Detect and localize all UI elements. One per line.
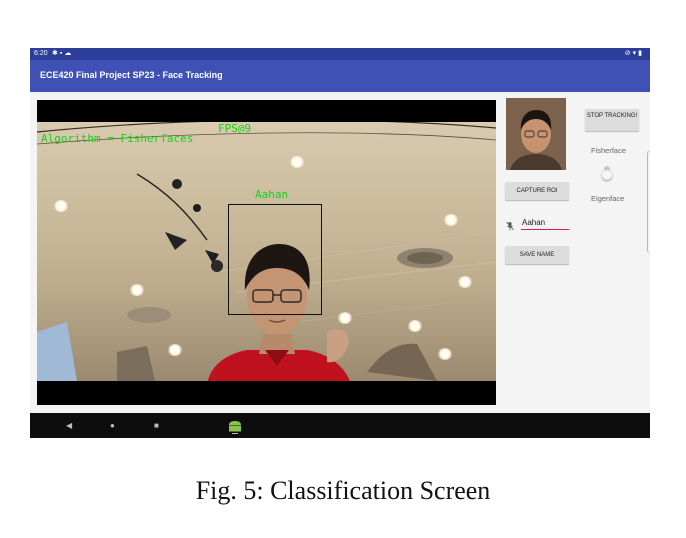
save-name-button[interactable]: SAVE NAME: [505, 246, 569, 264]
tablet-screen: 6:20 ✱▪☁ ⊘▾▮ ECE420 Final Project SP23 -…: [30, 48, 650, 438]
save-name-button-label: SAVE NAME: [519, 252, 555, 258]
control-panel: STOP TRACKING! Fisherface Eigenface CAPT…: [500, 92, 650, 413]
ceiling-light: [457, 276, 473, 288]
ceiling-light: [407, 320, 423, 332]
fisherface-label: Fisherface: [591, 146, 627, 155]
status-system-icons: ⊘▾▮: [625, 48, 644, 60]
algorithm-toggle-switch[interactable]: [601, 164, 613, 182]
stop-tracking-button[interactable]: STOP TRACKING!: [585, 109, 639, 131]
status-notification-icons: ✱▪☁: [52, 48, 73, 60]
home-icon[interactable]: ●: [110, 413, 115, 438]
app-title: ECE420 Final Project SP23 - Face Trackin…: [40, 70, 223, 80]
android-icon[interactable]: [227, 418, 243, 434]
ceiling-light: [289, 156, 305, 168]
recents-icon[interactable]: ■: [154, 413, 159, 438]
fps-overlay-text: FPS@9: [218, 122, 252, 135]
gear-icon: ✱: [52, 50, 60, 57]
back-icon[interactable]: ◀: [66, 413, 72, 438]
roi-thumbnail: [506, 98, 566, 170]
ceiling-light: [53, 200, 69, 212]
eigenface-label: Eigenface: [591, 194, 625, 203]
capture-roi-button-label: CAPTURE ROI: [516, 188, 558, 194]
name-input[interactable]: [521, 216, 569, 230]
mic-off-icon[interactable]: [506, 218, 514, 231]
capture-roi-button[interactable]: CAPTURE ROI: [505, 182, 569, 200]
ceiling-light: [437, 348, 453, 360]
stop-tracking-button-label: STOP TRACKING!: [586, 113, 638, 119]
scroll-edge-indicator: [647, 150, 650, 254]
ceiling-light: [443, 214, 459, 226]
camera-preview[interactable]: Algorithm = Fisherfaces FPS@9 Aahan: [37, 100, 496, 405]
ceiling-light: [167, 344, 183, 356]
roi-face-image: [506, 98, 566, 170]
figure-caption: Fig. 5: Classification Screen: [195, 476, 491, 505]
algorithm-overlay-text: Algorithm = Fisherfaces: [41, 132, 194, 145]
main-content: Algorithm = Fisherfaces FPS@9 Aahan STOP…: [30, 92, 650, 413]
battery-icon: ▮: [638, 50, 644, 57]
face-label-text: Aahan: [255, 188, 289, 201]
ceiling-light: [129, 284, 145, 296]
navigation-bar: ◀ ● ■: [30, 413, 650, 438]
toggle-knob: [602, 170, 612, 180]
status-bar: 6:20 ✱▪☁ ⊘▾▮: [30, 48, 650, 60]
face-bounding-box: [228, 204, 322, 315]
status-time: 6:20: [34, 50, 48, 57]
app-bar: ECE420 Final Project SP23 - Face Trackin…: [30, 60, 650, 92]
cloud-icon: ☁: [64, 50, 74, 57]
mute-icon: ⊘: [624, 50, 633, 57]
